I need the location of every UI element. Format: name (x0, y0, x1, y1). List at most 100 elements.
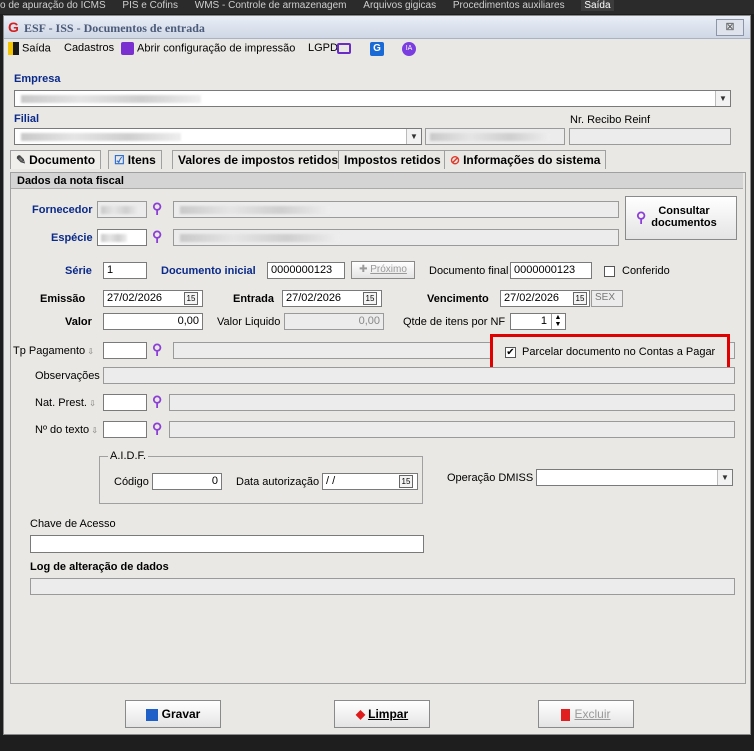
nr-texto-desc-field (169, 421, 735, 438)
tab-itens[interactable]: ☑ Itens (108, 150, 162, 169)
chave-acesso-input[interactable] (30, 535, 424, 553)
doc-final-input[interactable]: 0000000123 (510, 262, 592, 279)
menu-saida[interactable]: Saída (8, 42, 51, 55)
menu-lgpd[interactable]: LGPD (308, 42, 338, 54)
especie-label: Espécie (51, 232, 93, 244)
filial-select[interactable]: ▼ (14, 128, 422, 145)
chevron-down-icon: ▼ (717, 470, 732, 485)
nat-prest-label: Nat. Prest. ⇩ (35, 397, 96, 409)
fornecedor-label: Fornecedor (32, 204, 93, 216)
menu-cadastros[interactable]: Cadastros (64, 42, 114, 54)
search-icon[interactable]: ⚲ (152, 341, 162, 358)
dmiss-select[interactable]: ▼ (536, 469, 733, 486)
list-edit-icon: ☑ (114, 153, 125, 167)
tab-documento[interactable]: ✎ Documento (10, 150, 102, 169)
doc-inicial-label: Documento inicial (161, 265, 256, 277)
qtde-itens-spinner[interactable]: 1 ▲ ▼ (510, 313, 566, 330)
empresa-label: Empresa (14, 73, 61, 85)
observacoes-label: Observações (35, 370, 100, 382)
blurred-value (180, 234, 340, 242)
fornecedor-code-input[interactable] (97, 201, 147, 218)
blurred-value (21, 133, 181, 141)
log-field (30, 578, 735, 595)
eraser-icon: ◆ (355, 707, 366, 721)
calendar-icon[interactable]: 15 (363, 292, 377, 305)
especie-code-input[interactable] (97, 229, 147, 246)
valor-liquido-label: Valor Liquido (217, 316, 281, 328)
tab-label: Informações do sistema (463, 153, 601, 167)
recibo-reinf-field[interactable] (569, 128, 731, 145)
limpar-button[interactable]: ◆ Limpar (334, 700, 430, 728)
exit-icon (8, 42, 19, 55)
tab-informacoes-sistema[interactable]: ⊘ Informações do sistema (444, 150, 607, 169)
data-autorizacao-input[interactable]: / / 15 (322, 473, 418, 490)
entrada-value: 27/02/2026 (286, 292, 342, 304)
nat-prest-code-input[interactable] (103, 394, 147, 411)
search-icon[interactable]: ⚲ (152, 228, 162, 245)
qtde-itens-label: Qtde de itens por NF (403, 316, 506, 328)
gravar-button[interactable]: Gravar (125, 700, 221, 728)
limpar-label: Limpar (368, 707, 409, 721)
proximo-label: Próximo (370, 264, 407, 275)
search-icon[interactable]: ⚲ (152, 420, 162, 437)
nr-texto-text: Nº do texto (35, 424, 90, 436)
parent-menu-item[interactable]: Procedimentos auxiliares (453, 0, 565, 11)
calendar-icon[interactable]: 15 (573, 292, 587, 305)
serie-input[interactable]: 1 (103, 262, 147, 279)
tab-label: Documento (29, 153, 96, 167)
ia-icon[interactable]: IA (402, 42, 416, 56)
tab-valores-impostos[interactable]: Valores de impostos retidos (172, 150, 345, 169)
documento-panel: Dados da nota fiscal Fornecedor ⚲ Espéci… (10, 172, 746, 684)
parent-menu-item[interactable]: o de apuração do ICMS (0, 0, 106, 11)
spinner-arrows-icon[interactable]: ▲ ▼ (551, 314, 564, 329)
tab-impostos-retidos[interactable]: Impostos retidos (338, 150, 447, 169)
tp-pagamento-desc-field (173, 342, 491, 359)
trash-icon (561, 708, 571, 721)
google-icon[interactable]: G (370, 42, 384, 56)
vencimento-date-input[interactable]: 27/02/2026 15 (500, 290, 590, 307)
calendar-icon[interactable]: 15 (399, 475, 413, 488)
data-autorizacao-label: Data autorização (236, 476, 320, 488)
emissao-date-input[interactable]: 27/02/2026 15 (103, 290, 203, 307)
gravar-label: Gravar (161, 707, 201, 721)
save-icon (145, 708, 158, 721)
parcelar-checkbox[interactable]: ✔ (505, 347, 516, 358)
parent-menu-item[interactable]: PIS e Cofins (122, 0, 178, 11)
blurred-value (180, 206, 330, 214)
parent-menu-item[interactable]: Arquivos gigicas (363, 0, 436, 11)
nat-prest-desc-field (169, 394, 735, 411)
doc-inicial-input[interactable]: 0000000123 (267, 262, 345, 279)
filial-label: Filial (14, 113, 40, 125)
proximo-button[interactable]: ✚ Próximo (351, 261, 415, 279)
calendar-icon[interactable]: 15 (184, 292, 198, 305)
valor-input[interactable]: 0,00 (103, 313, 203, 330)
serie-label: Série (65, 265, 92, 277)
codigo-input[interactable]: 0 (152, 473, 222, 490)
weekday-field: SEX (591, 290, 623, 307)
filial-cnpj-field[interactable] (425, 128, 565, 145)
nr-texto-code-input[interactable] (103, 421, 147, 438)
highlight-box: ✔ Parcelar documento no Contas a Pagar (490, 334, 730, 370)
search-icon[interactable]: ⚲ (152, 393, 162, 410)
tp-pagamento-code-input[interactable] (103, 342, 147, 359)
parent-menubar: o de apuração do ICMS PIS e Cofins WMS -… (0, 0, 754, 14)
valor-label: Valor (65, 316, 92, 328)
search-icon[interactable]: ⚲ (152, 200, 162, 217)
section-title: Dados da nota fiscal (11, 173, 743, 189)
aidf-legend: A.I.D.F. (108, 450, 149, 462)
monitor-icon[interactable] (337, 43, 351, 54)
entrada-date-input[interactable]: 27/02/2026 15 (282, 290, 382, 307)
empresa-select[interactable]: ▼ (14, 90, 731, 107)
close-button[interactable]: ⊠ (716, 19, 744, 36)
excluir-button[interactable]: Excluir (538, 700, 634, 728)
conferido-checkbox[interactable] (604, 266, 615, 277)
parent-menu-saida[interactable]: Saída (581, 0, 614, 11)
vencimento-label: Vencimento (427, 293, 489, 305)
parent-menu-item[interactable]: WMS - Controle de armazenagem (195, 0, 347, 11)
menubar: Saída Cadastros Abrir configuração de im… (4, 39, 750, 59)
doc-final-label: Documento final (429, 265, 509, 277)
consultar-documentos-button[interactable]: ⚲ Consultar documentos (625, 196, 737, 240)
tp-pagamento-label: Tp Pagamento ⇩ (13, 345, 94, 357)
menu-config-impressao[interactable]: Abrir configuração de impressão (121, 42, 295, 55)
observacoes-field[interactable] (103, 367, 735, 384)
